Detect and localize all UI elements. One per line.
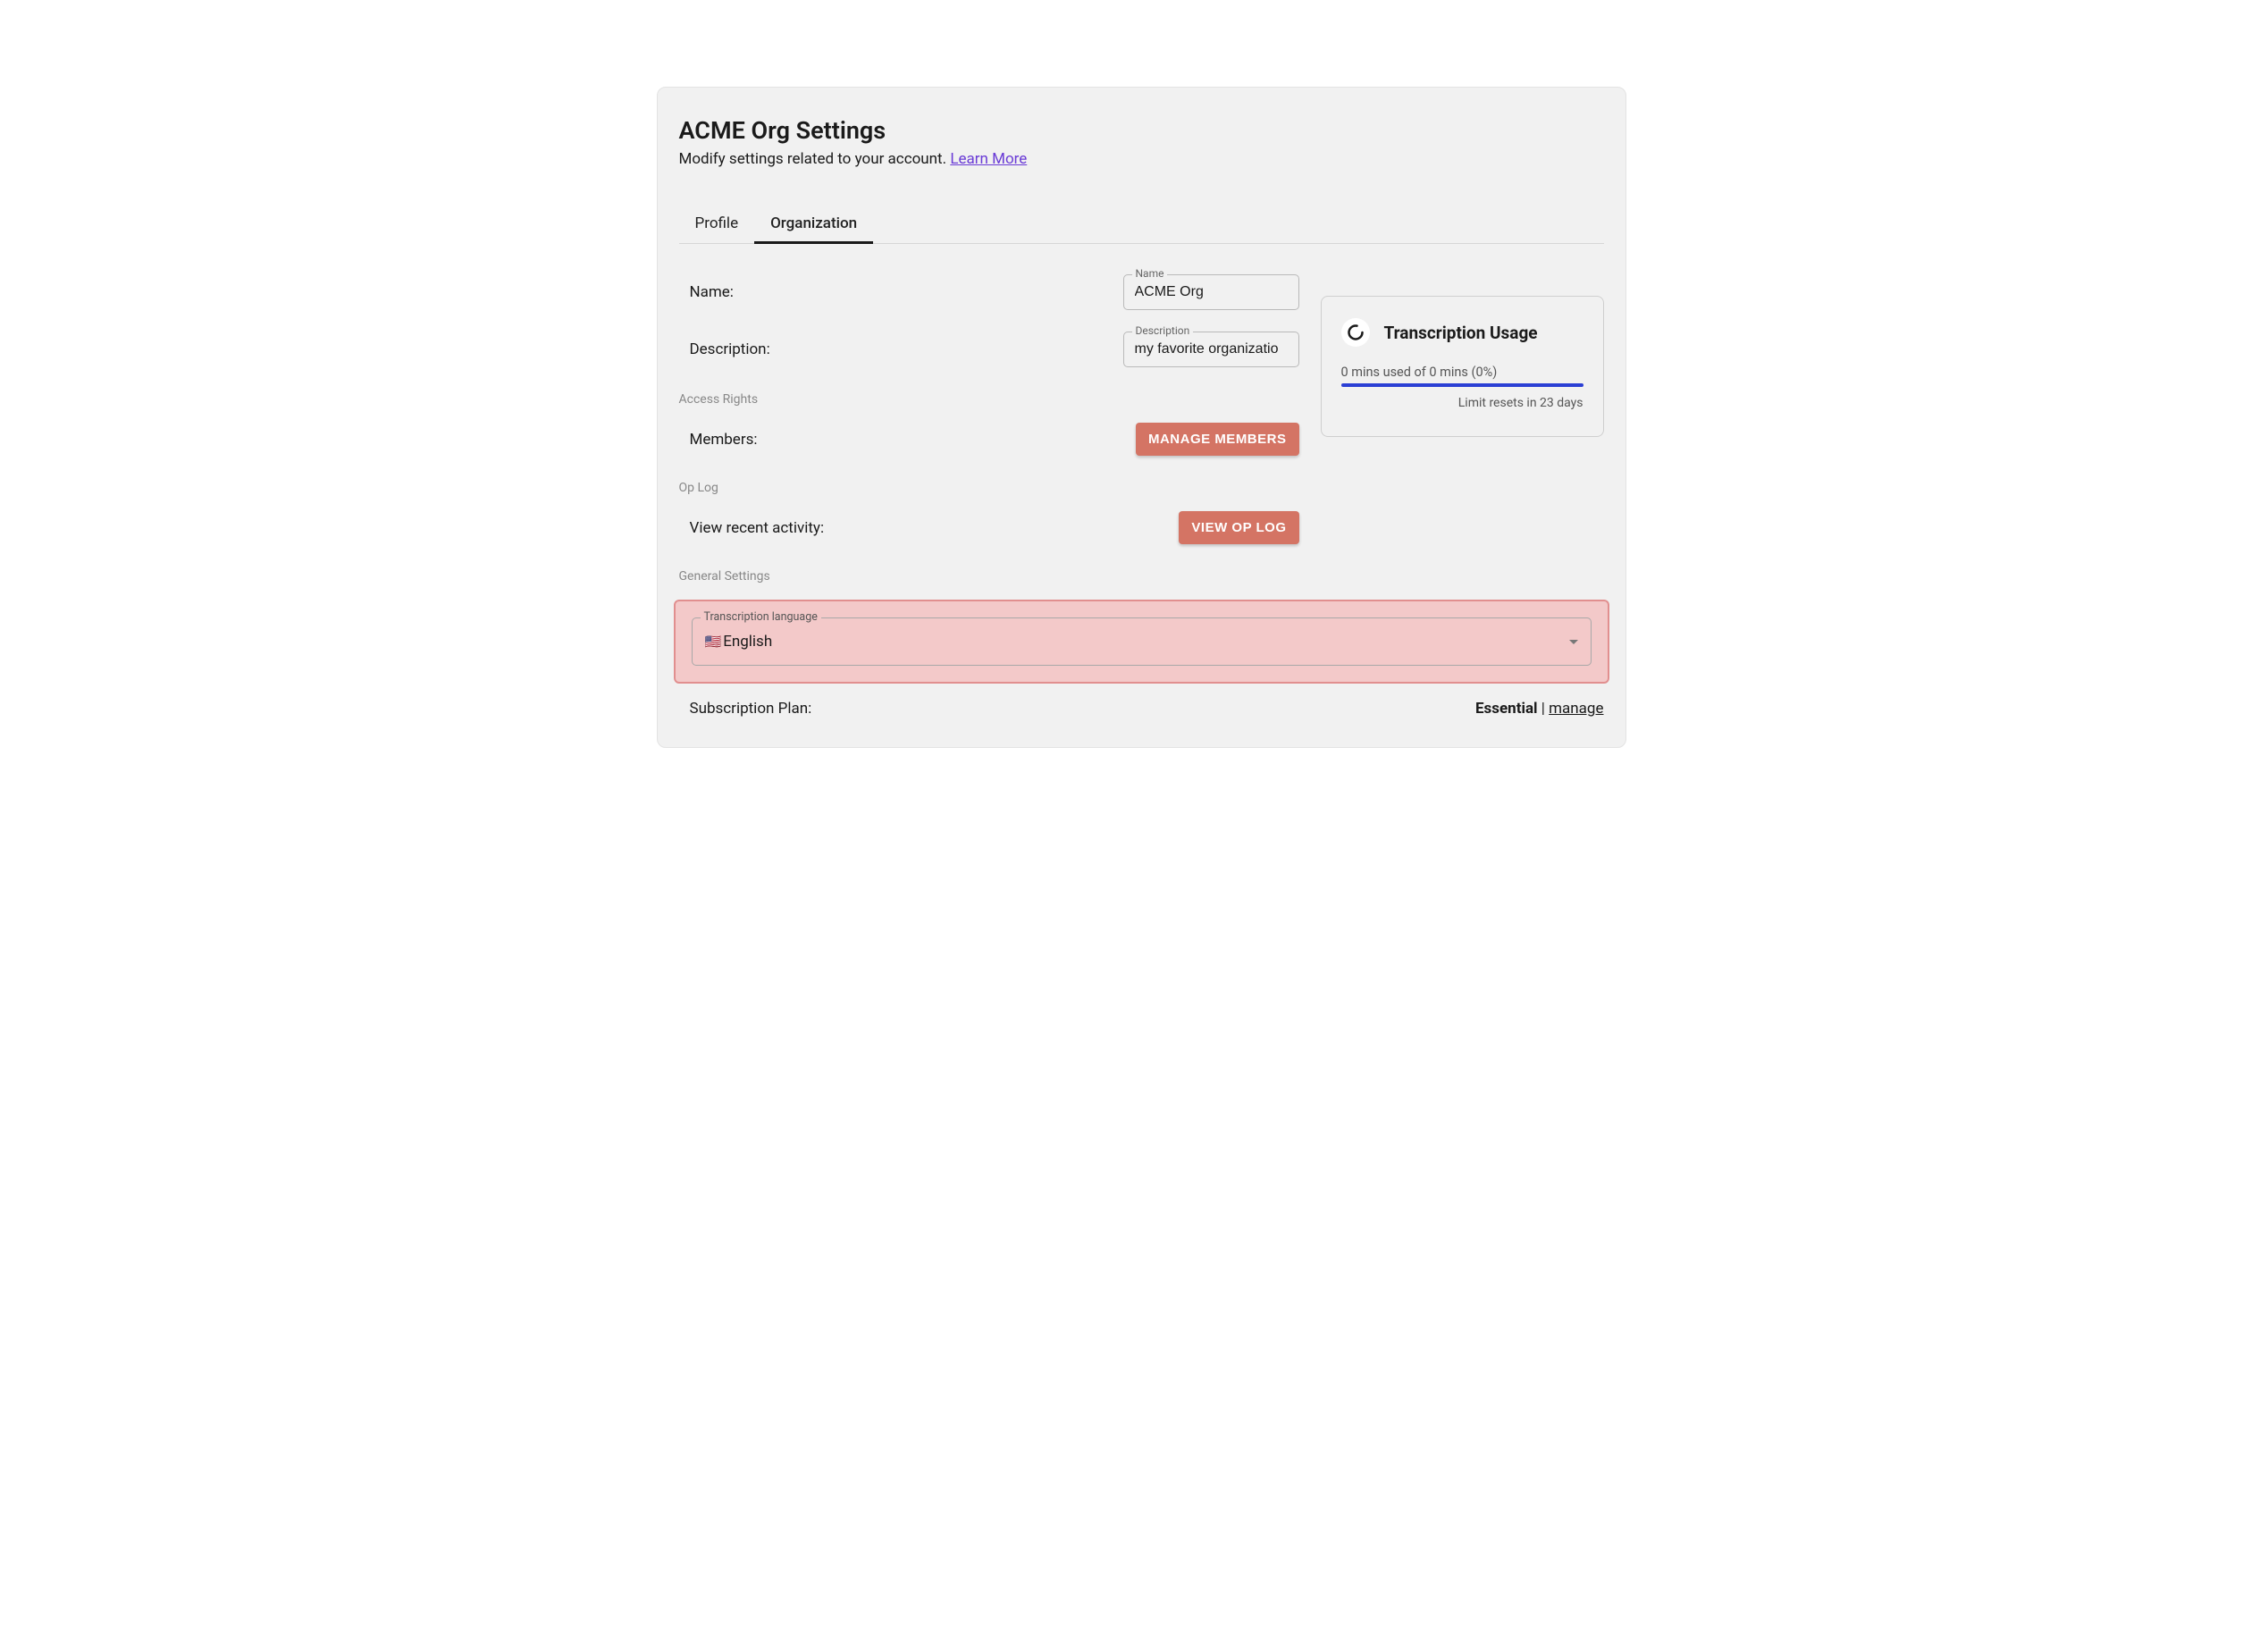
- settings-card: ACME Org Settings Modify settings relate…: [657, 87, 1626, 748]
- language-highlight-box: Transcription language 🇺🇸English: [674, 600, 1609, 684]
- plan-label: Subscription Plan:: [679, 700, 812, 718]
- manage-members-button[interactable]: MANAGE MEMBERS: [1136, 423, 1299, 456]
- section-access-rights: Access Rights: [679, 392, 1299, 407]
- organization-body: Name: Name Description: Description: [658, 274, 1625, 718]
- row-subscription-plan: Subscription Plan: Essential | manage: [679, 700, 1604, 718]
- description-field-wrap: Description: [1123, 332, 1299, 367]
- name-field-wrap: Name: [1123, 274, 1299, 310]
- name-label: Name:: [679, 283, 734, 301]
- members-label: Members:: [679, 431, 758, 449]
- usage-progress-bar: [1341, 383, 1583, 387]
- row-members: Members: MANAGE MEMBERS: [679, 423, 1299, 456]
- page-subtitle: Modify settings related to your account.…: [658, 147, 1625, 168]
- plan-separator: |: [1538, 700, 1550, 718]
- row-name: Name: Name: [679, 274, 1299, 310]
- view-op-log-button[interactable]: VIEW OP LOG: [1179, 511, 1298, 544]
- plan-right: Essential | manage: [1475, 700, 1604, 718]
- usage-line: 0 mins used of 0 mins (0%): [1341, 365, 1583, 380]
- usage-title: Transcription Usage: [1384, 323, 1538, 343]
- row-description: Description: Description: [679, 332, 1299, 367]
- usage-spinner-icon: [1341, 318, 1370, 347]
- description-input[interactable]: [1123, 332, 1299, 367]
- manage-plan-link[interactable]: manage: [1549, 700, 1603, 718]
- row-oplog: View recent activity: VIEW OP LOG: [679, 511, 1299, 544]
- name-input[interactable]: [1123, 274, 1299, 310]
- language-name: English: [723, 633, 772, 651]
- tabs: Profile Organization: [679, 206, 1604, 244]
- flag-icon: 🇺🇸: [705, 634, 722, 650]
- tab-organization[interactable]: Organization: [754, 206, 873, 244]
- description-field-float: Description: [1132, 324, 1194, 337]
- name-field-float: Name: [1132, 267, 1168, 280]
- tab-profile[interactable]: Profile: [679, 206, 755, 243]
- chevron-down-icon: [1569, 640, 1578, 644]
- usage-reset: Limit resets in 23 days: [1341, 396, 1583, 410]
- section-op-log: Op Log: [679, 481, 1299, 495]
- plan-name: Essential: [1475, 700, 1538, 718]
- oplog-label: View recent activity:: [679, 519, 825, 537]
- learn-more-link[interactable]: Learn More: [950, 150, 1027, 168]
- language-select-wrap: Transcription language 🇺🇸English: [692, 617, 1592, 666]
- transcription-language-select[interactable]: 🇺🇸English: [692, 617, 1592, 666]
- page-title: ACME Org Settings: [658, 109, 1625, 147]
- subtitle-text: Modify settings related to your account.: [679, 150, 951, 168]
- usage-header: Transcription Usage: [1341, 318, 1583, 347]
- language-value: 🇺🇸English: [705, 633, 773, 651]
- section-general-settings: General Settings: [679, 569, 1299, 584]
- language-field-float: Transcription language: [701, 610, 821, 624]
- description-label: Description:: [679, 340, 770, 358]
- usage-card: Transcription Usage 0 mins used of 0 min…: [1321, 296, 1604, 437]
